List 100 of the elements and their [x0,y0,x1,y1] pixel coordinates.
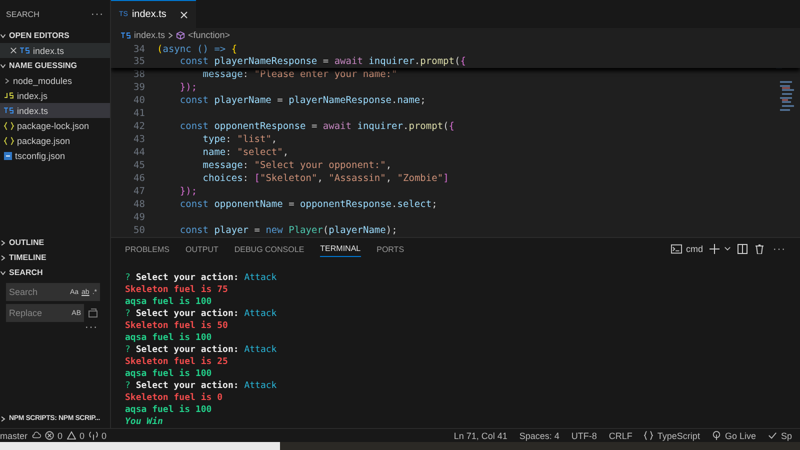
line-number: 35 [132,56,146,68]
section-header[interactable]: NAME GUESSING [0,58,110,73]
file-name: node_modules [13,76,72,86]
terminal-icon[interactable] [670,244,682,254]
error-count[interactable]: 0 [58,430,63,440]
code-line: const playerNameResponse = await inquirer.prompt({ [178,56,466,68]
cloud-icon[interactable] [32,431,41,440]
terminal-line: Skeleton fuel is 75 [125,284,229,296]
code-line: }); [178,81,198,94]
code-line: message: "Please enter your name:" [202,68,398,81]
code-line: type: "list", [202,133,278,146]
status-item[interactable]: CRLF [608,430,632,440]
terminal-line: aqsa fuel is 100 [125,404,213,416]
status-item[interactable]: Sp [780,430,792,440]
code-line: }); [178,185,198,198]
breadcrumb-item[interactable]: index.ts [134,30,166,40]
line-number: 40 [132,94,146,107]
panel-tab[interactable]: PORTS [376,242,404,256]
typescript-file-icon [20,47,30,54]
section-header[interactable]: SEARCH [0,265,110,280]
sidebar-title: SEARCH [6,10,40,18]
line-number: 48 [132,198,146,211]
braces-icon [644,431,654,440]
terminal-line: ? Select your action: Attack [125,380,278,392]
terminal-line: aqsa fuel is 100 [125,296,213,308]
braces-icon [4,122,14,130]
panel-tab[interactable]: DEBUG CONSOLE [234,242,304,256]
file-item[interactable]: index.ts [0,43,110,58]
line-number: 45 [132,159,146,172]
trash-icon[interactable] [754,244,765,254]
file-item[interactable]: node_modules [0,73,110,88]
chevron-icon [0,32,6,38]
line-number: 46 [132,172,146,185]
status-item[interactable]: Go Live [724,430,756,440]
line-number: 42 [132,120,146,133]
code-line: const playerName = playerNameResponse.name; [178,94,426,107]
line-number: 41 [132,107,146,120]
chevron-icon [0,416,6,422]
broadcast-icon [712,431,721,440]
chevron-down-icon[interactable] [724,246,731,252]
code-line: message: "Select your opponent:", [202,159,392,172]
javascript-file-icon [4,92,14,99]
file-item[interactable]: package-lock.json [0,118,110,133]
code-line: (async () => { [157,44,238,56]
warning-icon [66,431,76,440]
more-button[interactable]: ··· [773,244,786,254]
file-item[interactable]: tsconfig.json [0,148,110,163]
line-number: 38 [132,68,146,81]
split-icon[interactable] [737,244,748,254]
file-item[interactable]: package.json [0,133,110,148]
status-item[interactable]: UTF-8 [571,430,597,440]
replace-all-icon[interactable] [88,308,98,318]
more-button[interactable]: ··· [85,322,98,333]
line-number: 44 [132,146,146,159]
chevron-icon [4,78,10,84]
panel-tab[interactable]: TERMINAL [320,241,361,257]
warning-count[interactable]: 0 [80,430,85,440]
terminal-line: You Win [125,416,164,428]
chevron-icon [0,254,6,260]
more-button[interactable]: ··· [91,8,104,20]
line-number: 50 [132,224,146,237]
file-name: index.ts [17,106,48,116]
line-number: 43 [132,133,146,146]
section-header[interactable]: OPEN EDITORS [0,28,110,43]
close-icon[interactable] [180,10,188,18]
line-number: 34 [132,44,146,56]
plus-icon[interactable] [709,244,720,254]
chevron-icon [0,270,6,276]
chevron-icon [0,62,6,68]
cube-icon [176,30,186,40]
section-header[interactable]: TIMELINE [0,250,110,265]
panel-tab[interactable]: OUTPUT [185,242,218,256]
status-item[interactable]: Ln 71, Col 41 [454,430,508,440]
config-file-icon [4,152,12,160]
close-icon[interactable] [10,47,17,54]
check-icon [768,431,777,440]
code-line: const opponentName = opponentResponse.select; [178,198,438,211]
terminal-line: aqsa fuel is 100 [125,332,213,344]
port-count[interactable]: 0 [102,430,107,440]
status-item[interactable]: Spaces: 4 [519,430,560,440]
terminal-line: ? Select your action: Attack [125,272,278,284]
terminal-name[interactable]: cmd [686,244,703,254]
file-item[interactable]: index.ts [0,103,110,118]
panel-tab[interactable]: PROBLEMS [125,242,170,256]
terminal-line: Skeleton fuel is 25 [125,356,229,368]
line-number: 49 [132,211,146,224]
file-name: index.ts [33,46,64,56]
breadcrumb-item[interactable]: <function> [188,30,230,40]
chevron-icon [0,240,6,246]
line-number: 47 [132,185,146,198]
file-name: tsconfig.json [15,150,66,160]
branch-name[interactable]: master [0,430,28,440]
code-line: const opponentResponse = await inquirer.prompt({ [178,120,455,133]
error-icon [44,431,54,440]
section-header[interactable]: OUTLINE [0,235,110,250]
code-line: name: "select", [202,146,289,159]
file-item[interactable]: index.js [0,88,110,103]
code-line: choices: ["Skeleton", "Assassin", "Zombie"] [202,172,449,185]
file-name: package.json [17,136,70,146]
status-item[interactable]: TypeScript [657,430,700,440]
